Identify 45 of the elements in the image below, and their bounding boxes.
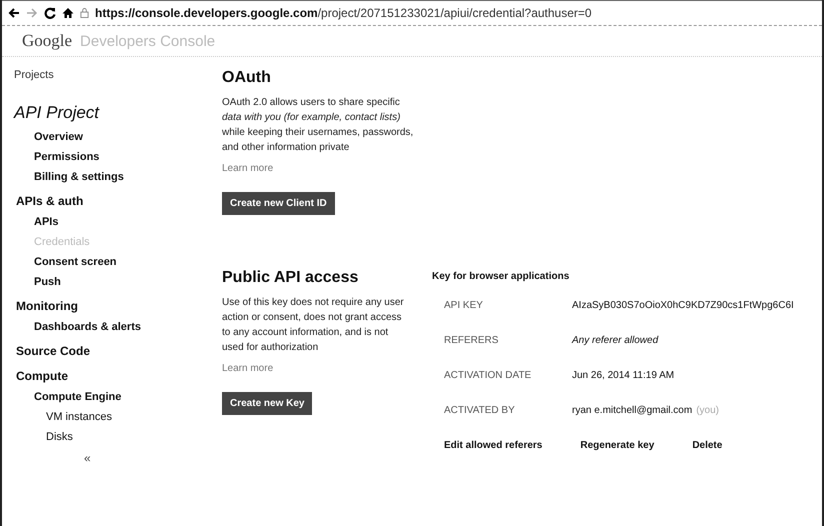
sidebar-item[interactable]: Source Code <box>14 337 212 362</box>
field-label: ACTIVATION DATE <box>444 370 532 381</box>
field-label: REFERERS <box>444 335 500 346</box>
sidebar-item[interactable]: Disks <box>14 427 212 447</box>
sidebar-item[interactable]: Push <box>14 272 212 292</box>
action-link[interactable]: Delete <box>692 440 722 451</box>
sidebar-item[interactable]: APIs & auth <box>14 187 212 212</box>
field-value: Any referer allowed <box>572 335 658 346</box>
section-title: OAuth <box>222 69 272 87</box>
create-client-id-button[interactable]: Create new Client ID <box>222 192 335 215</box>
create-key-button[interactable]: Create new Key <box>222 392 312 415</box>
sidebar-item[interactable]: Overview <box>14 127 212 147</box>
product-name: Developers Console <box>80 32 216 50</box>
section-title: Public API access <box>222 269 360 287</box>
sidebar-item[interactable]: VM instances <box>14 407 212 427</box>
lock-icon <box>80 7 89 19</box>
collapse-button[interactable]: « <box>84 451 91 465</box>
learn-more-link[interactable]: Learn more <box>222 163 422 174</box>
sidebar-item[interactable]: Consent screen <box>14 252 212 272</box>
sidebar-item[interactable]: APIs <box>14 212 212 232</box>
action-link[interactable]: Regenerate key <box>580 440 654 451</box>
field-label: API KEY <box>444 300 484 311</box>
logo[interactable]: Google <box>22 31 72 51</box>
description: OAuth 2.0 allows users to share specific data with you (for example, contact lists) while keeping their usernames, passwords, and other information private <box>222 96 414 155</box>
field-label: ACTIVATED BY <box>444 405 516 416</box>
reload-icon[interactable] <box>44 7 56 19</box>
address-bar[interactable]: https://console.developers.google.com/project/207151233021/apiui/credential?authuser=0 <box>95 6 592 20</box>
field-value: ryan e.mitchell@gmail.com <box>572 405 692 416</box>
field-value: AIzaSyB030S7oOioX0hC9KD7Z90cs1FtWpg6C6I <box>572 300 794 311</box>
learn-more-link[interactable]: Learn more <box>222 363 412 374</box>
project-title: API Project <box>14 103 100 123</box>
sidebar-item[interactable]: Billing & settings <box>14 167 212 187</box>
sidebar-item[interactable]: Dashboards & alerts <box>14 317 212 337</box>
back-icon[interactable] <box>8 7 20 19</box>
projects-link[interactable]: Projects <box>14 69 212 81</box>
card-title: Key for browser applications <box>432 271 570 282</box>
sidebar-item[interactable]: Compute <box>14 362 212 387</box>
sidebar-item[interactable]: Monitoring <box>14 292 212 317</box>
home-icon[interactable] <box>62 7 74 19</box>
action-link[interactable]: Edit allowed referers <box>444 440 542 451</box>
field-value: Jun 26, 2014 11:19 AM <box>572 370 674 381</box>
field-note: (you) <box>696 405 719 416</box>
sidebar-item[interactable]: Compute Engine <box>14 387 212 407</box>
sidebar-item[interactable]: Permissions <box>14 147 212 167</box>
description: Use of this key does not require any user action or consent, does not grant access to any account information, and is not used for authorization <box>222 296 405 355</box>
